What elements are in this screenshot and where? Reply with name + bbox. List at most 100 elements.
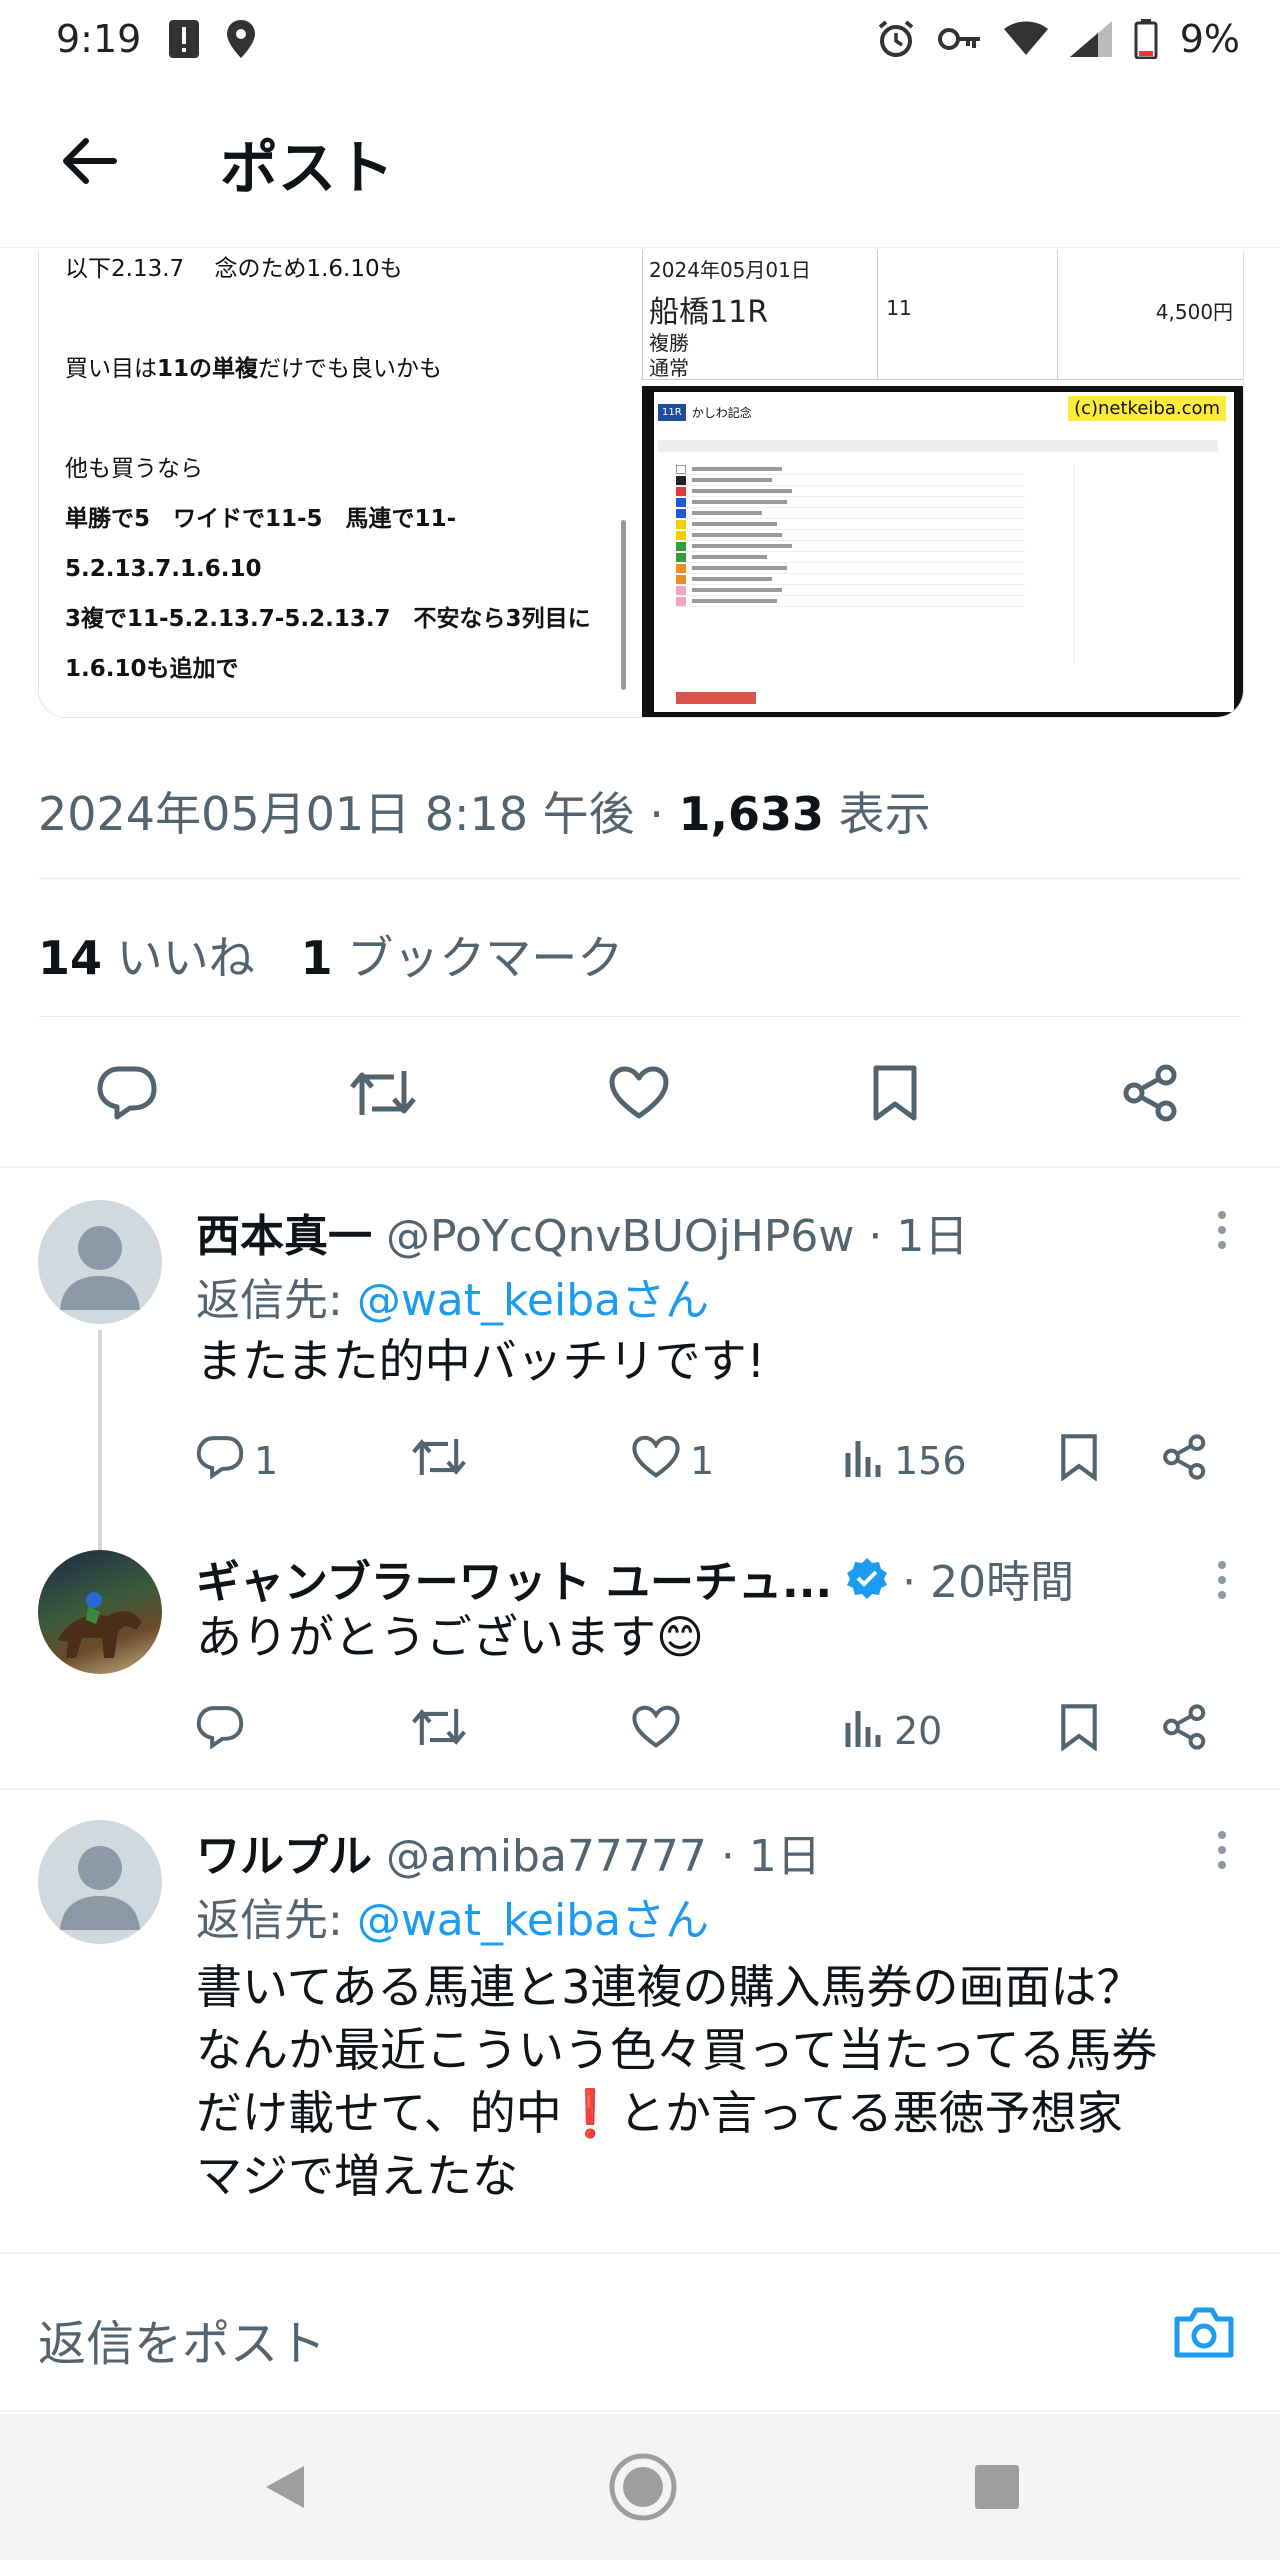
- reply-button[interactable]: 1: [196, 1426, 278, 1496]
- app-header: ポスト: [0, 78, 1280, 248]
- like-button[interactable]: [604, 1060, 674, 1130]
- arrow-left-icon: [62, 137, 118, 189]
- divider: [0, 1788, 1280, 1790]
- home-circle-icon: [608, 2452, 678, 2526]
- reply-to: 返信先: @wat_keibaさん: [196, 1264, 709, 1328]
- reply-text-line: マジで増えたな: [196, 2149, 518, 2203]
- divider: [38, 878, 1242, 879]
- reply-text-line: 書いてある馬連と3連複の購入馬券の画面は？: [196, 1960, 1143, 2014]
- bet-type: 複勝: [649, 331, 690, 355]
- reply-action-bar: 1 1 156: [196, 1426, 1236, 1496]
- bookmark-button[interactable]: [1060, 1696, 1098, 1766]
- bet-ticket-table: 2024年05月01日 船橋11R 複勝 通常 11 4,500円: [642, 250, 1243, 380]
- avatar[interactable]: [38, 1820, 162, 1944]
- race-entries: [676, 464, 1027, 607]
- reply-author-handle[interactable]: @amiba77777 · 1日: [386, 1820, 821, 1884]
- views-count: 156: [894, 1439, 967, 1483]
- reply-count: 1: [254, 1439, 279, 1483]
- bookmarks-label[interactable]: ブックマーク: [333, 931, 623, 985]
- retweet-button[interactable]: [412, 1696, 466, 1766]
- share-button[interactable]: [1162, 1696, 1208, 1766]
- like-button[interactable]: 1: [632, 1426, 714, 1496]
- nav-home-button[interactable]: [608, 2452, 678, 2526]
- bookmark-button[interactable]: [860, 1060, 930, 1130]
- media-text-line: 5.2.13.7.1.6.10: [65, 556, 262, 582]
- retweet-button[interactable]: [348, 1060, 418, 1130]
- bookmarks-count[interactable]: 1: [301, 931, 333, 985]
- post-action-bar: [0, 1040, 1280, 1150]
- reply-icon: [97, 1065, 157, 1125]
- back-button[interactable]: [40, 113, 140, 213]
- avatar[interactable]: [38, 1550, 162, 1674]
- reply-compose-bar[interactable]: 返信をポスト: [0, 2252, 1280, 2412]
- nav-recents-button[interactable]: [962, 2454, 1032, 2524]
- divider: [0, 1166, 1280, 1168]
- bet-number: 11: [886, 296, 912, 320]
- signal-icon: [1069, 21, 1112, 57]
- reply-to-prefix: 返信先:: [196, 1895, 357, 1946]
- reply-text: またまた的中バッチリです!: [196, 1334, 766, 1388]
- reply-text: 書いてある馬連と3連複の購入馬券の画面は？ なんか最近こういう色々買って当たって…: [196, 1956, 1246, 2208]
- reply-author-name[interactable]: 西本真一: [196, 1200, 372, 1264]
- reply-author-handle[interactable]: @PoYcQnvBUOjHP6w · 1日: [386, 1200, 968, 1264]
- battery-level: 9%: [1179, 17, 1240, 61]
- race-title: かしわ記念: [691, 405, 752, 420]
- bet-date: 2024年05月01日: [649, 258, 811, 282]
- verified-badge-icon: [846, 1557, 888, 1599]
- likes-label[interactable]: いいね: [102, 931, 301, 985]
- reply-to-prefix: 返信先:: [196, 1275, 357, 1326]
- more-vertical-icon: [1217, 1830, 1227, 1874]
- media-image-right[interactable]: 2024年05月01日 船橋11R 複勝 通常 11 4,500円 11R かし…: [642, 250, 1243, 717]
- media-scrollbar: [621, 520, 627, 690]
- bar-chart-icon: [844, 1437, 884, 1486]
- reply-to-user-link[interactable]: @wat_keibaさん: [357, 1275, 709, 1326]
- bet-mode: 通常: [649, 356, 690, 380]
- race-tabs: [658, 440, 1219, 452]
- share-button[interactable]: [1162, 1426, 1208, 1496]
- media-image-left[interactable]: 以下2.13.7 念のため1.6.10も 買い目は11の単複だけでも良いかも 他…: [39, 250, 633, 717]
- key-icon: [937, 24, 982, 54]
- views-button[interactable]: 156: [844, 1426, 967, 1496]
- reply-author-name[interactable]: ワルプル: [196, 1820, 372, 1884]
- avatar[interactable]: [38, 1200, 162, 1324]
- nav-back-button[interactable]: [250, 2454, 320, 2524]
- reply-time[interactable]: · 20時間: [902, 1546, 1074, 1610]
- reply-input[interactable]: 返信をポスト: [38, 2304, 326, 2374]
- reply-button[interactable]: [92, 1060, 162, 1130]
- likes-count[interactable]: 14: [38, 931, 102, 985]
- like-icon: [632, 1435, 680, 1488]
- more-options-button[interactable]: [1212, 1202, 1232, 1262]
- retweet-button[interactable]: [412, 1426, 466, 1496]
- media-text-line: 他も買うなら: [65, 456, 203, 482]
- like-button[interactable]: [632, 1696, 680, 1766]
- like-icon: [609, 1066, 669, 1124]
- media-text-line: 買い目は11の単複だけでも良いかも: [65, 356, 443, 382]
- post-meta: 2024年05月01日 8:18 午後 · 1,633 表示: [38, 778, 931, 844]
- reply-icon: [196, 1435, 244, 1488]
- reply-to-user-link[interactable]: @wat_keibaさん: [357, 1895, 709, 1946]
- recents-square-icon: [973, 2463, 1021, 2515]
- views-button[interactable]: 20: [844, 1696, 942, 1766]
- like-icon: [632, 1705, 680, 1758]
- share-button[interactable]: [1116, 1060, 1186, 1130]
- race-screenshot: 11R かしわ記念 (c)netkeiba.com: [642, 386, 1243, 717]
- more-options-button[interactable]: [1212, 1822, 1232, 1882]
- bookmark-button[interactable]: [1060, 1426, 1098, 1496]
- more-options-button[interactable]: [1212, 1552, 1232, 1612]
- camera-icon: [1173, 2305, 1235, 2363]
- reply-action-bar: 20: [196, 1696, 1236, 1766]
- reply-icon: [196, 1705, 244, 1758]
- reply-author-name[interactable]: ギャンブラーワット ユーチュ...: [196, 1546, 832, 1610]
- post-stats: 14 いいね 1 ブックマーク: [38, 922, 623, 988]
- bet-race: 船橋11R: [649, 295, 769, 330]
- bookmark-icon: [1060, 1703, 1098, 1760]
- battery-icon: [1134, 19, 1158, 59]
- reply-button[interactable]: [196, 1696, 244, 1766]
- retweet-icon: [412, 1434, 466, 1489]
- bar-chart-icon: [844, 1707, 884, 1756]
- status-bar: 9:19 9%: [0, 0, 1280, 78]
- post-datetime: 2024年05月01日 8:18 午後 ·: [38, 787, 679, 841]
- post-media[interactable]: 以下2.13.7 念のため1.6.10も 買い目は11の単複だけでも良いかも 他…: [38, 250, 1244, 718]
- race-side-panel: [1074, 464, 1224, 664]
- camera-button[interactable]: [1168, 2298, 1240, 2370]
